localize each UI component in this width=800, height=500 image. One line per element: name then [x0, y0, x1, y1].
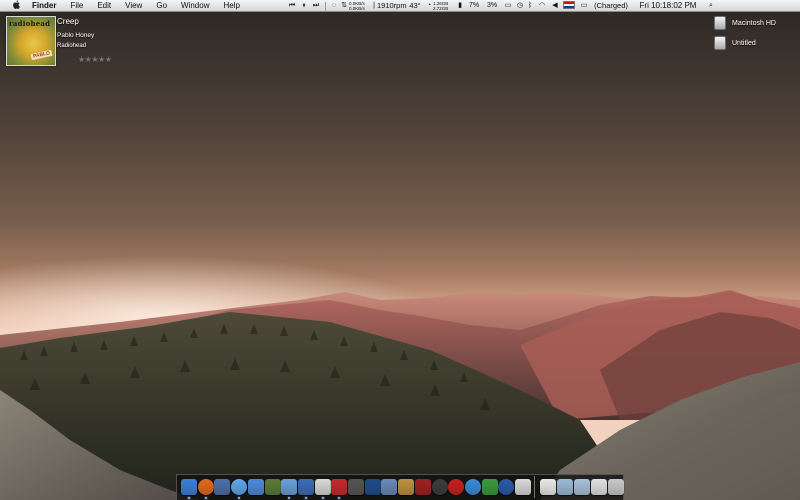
folder-dock-icon[interactable]	[557, 479, 573, 495]
firefox-dock-icon[interactable]	[197, 479, 214, 495]
running-indicator	[321, 497, 324, 499]
cpu-usage-1[interactable]: 7%	[465, 0, 483, 12]
preview-dock-icon[interactable]	[214, 479, 231, 495]
display-icon[interactable]: ▭	[501, 0, 515, 12]
apple-menu-icon[interactable]	[10, 0, 24, 12]
album-artwork[interactable]: radiohead PABLO	[6, 16, 56, 66]
iphoto-dock-icon[interactable]	[264, 479, 281, 495]
menu-view[interactable]: View	[125, 0, 142, 12]
tm-dock-icon[interactable]	[414, 479, 431, 495]
desktop-wallpaper	[0, 0, 800, 500]
memory-free: 2.72GB	[433, 6, 449, 11]
desktop-icon-label: Untitled	[732, 39, 756, 47]
volume-icon[interactable]: ◀	[549, 0, 561, 12]
battery-icon[interactable]: ▭	[577, 0, 591, 12]
inkscape-dock-icon[interactable]	[348, 479, 364, 495]
photoshop-dock-icon[interactable]	[364, 479, 381, 495]
sync-icon[interactable]: ◌	[329, 0, 339, 12]
spotlight-search-icon[interactable]: ⌕	[705, 0, 717, 12]
menu-clock[interactable]: Fri 10:18:02 PM	[631, 0, 705, 12]
album-art-band-text: radiohead	[9, 19, 51, 28]
memory-monitor[interactable]: 1.26GB 2.72GB	[433, 1, 455, 11]
menu-file[interactable]: File	[70, 0, 83, 12]
document-dock-icon[interactable]	[540, 479, 556, 495]
ichat-dock-icon[interactable]	[231, 479, 248, 495]
hard-drive-icon	[714, 36, 726, 50]
desktop-icon-untitled[interactable]: Untitled	[714, 35, 756, 51]
track-rating[interactable]: ★★★★★	[78, 55, 112, 64]
guitar-dock-icon[interactable]	[398, 479, 415, 495]
menu-edit[interactable]: Edit	[97, 0, 111, 12]
temperature[interactable]: 43°	[405, 0, 425, 12]
track-info: Creep Pablo Honey Radiohead	[57, 16, 94, 50]
bluetooth-icon[interactable]: ᛒ	[525, 0, 535, 12]
mail-dock-icon[interactable]	[247, 479, 264, 495]
menu-window[interactable]: Window	[181, 0, 209, 12]
pause-icon[interactable]: ⏸	[298, 0, 310, 12]
menu-go[interactable]: Go	[156, 0, 167, 12]
running-indicator	[304, 497, 307, 499]
hard-drive-icon	[714, 16, 726, 30]
stack-dock-icon[interactable]	[591, 479, 607, 495]
desktop-icon-macintosh-hd[interactable]: Macintosh HD	[714, 15, 776, 31]
dock-divider	[534, 476, 535, 498]
memory-pie-icon: ◔	[426, 2, 432, 9]
next-track-icon[interactable]: ⏭	[310, 0, 322, 12]
menu-app-finder[interactable]: Finder	[32, 0, 56, 12]
running-indicator	[204, 497, 207, 499]
network-monitor[interactable]: 0.0KB/s 0.0KB/s	[349, 1, 371, 11]
running-indicator	[188, 497, 190, 499]
track-title: Creep	[57, 17, 79, 26]
parallels-dock-icon[interactable]	[331, 479, 348, 495]
word-dock-icon[interactable]	[297, 479, 314, 495]
now-playing-widget: radiohead PABLO Creep Pablo Honey Radioh…	[6, 16, 136, 70]
trash-dock-icon[interactable]	[608, 479, 624, 495]
calendar-dock-icon[interactable]	[515, 479, 531, 495]
finder-dock-icon[interactable]	[181, 479, 197, 495]
itunes-dock-icon[interactable]	[281, 479, 298, 495]
menu-help[interactable]: Help	[223, 0, 239, 12]
wifi-icon[interactable]: ◠	[535, 0, 549, 12]
utility-dock-icon[interactable]	[431, 479, 448, 495]
fan-speed[interactable]: 1910rpm	[377, 0, 407, 12]
textedit-dock-icon[interactable]	[314, 479, 331, 495]
stickies-dock-icon[interactable]	[481, 479, 498, 495]
net-arrows-icon: ⇅	[341, 2, 347, 9]
cpu-usage-2[interactable]: 3%	[483, 0, 501, 12]
input-source-flag-icon[interactable]	[561, 0, 577, 12]
time-machine-icon[interactable]: ◷	[515, 0, 525, 12]
battery-status[interactable]: (Charged)	[591, 0, 631, 12]
previous-track-icon[interactable]: ⏮	[286, 0, 298, 12]
desktop-icon-label: Macintosh HD	[732, 19, 776, 27]
menu-bar: Finder File Edit View Go Window Help ⏮ ⏸…	[0, 0, 800, 12]
separator	[325, 1, 326, 11]
album-art-label: PABLO	[30, 49, 53, 61]
cpu-graph-icon: ▮	[458, 2, 462, 9]
downloads-dock-icon[interactable]	[574, 479, 590, 495]
menu-extras: ⏮ ⏸ ⏭ ◌ ⇅ 0.0KB/s 0.0KB/s | 1910rpm 43° …	[286, 0, 800, 12]
track-album: Pablo Honey	[57, 32, 95, 39]
cyberduck-dock-icon[interactable]	[381, 479, 398, 495]
track-artist: Radiohead	[57, 43, 87, 49]
safari-dock-icon[interactable]	[464, 479, 481, 495]
net-download-rate: 0.0KB/s	[349, 6, 365, 11]
